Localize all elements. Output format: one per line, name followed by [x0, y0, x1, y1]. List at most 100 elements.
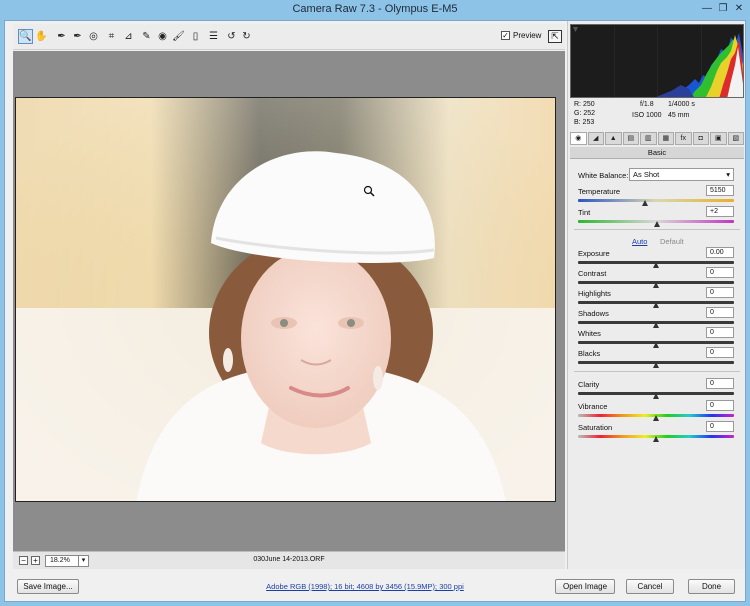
- readout-b: B: 253: [574, 119, 595, 126]
- default-link[interactable]: Default: [660, 237, 684, 246]
- whites-slider-thumb[interactable]: [652, 342, 659, 348]
- shadows-value-field[interactable]: 0: [706, 307, 734, 318]
- file-name: 030June 14-2013.ORF: [253, 556, 325, 563]
- image-canvas[interactable]: [13, 51, 565, 551]
- red-eye-tool-icon[interactable]: ◉: [155, 29, 170, 44]
- tab-basic[interactable]: ◉: [570, 132, 587, 145]
- blacks-label: Blacks: [578, 349, 601, 358]
- adjustment-panel: R: 250 G: 252 B: 253 f/1.8 1/4000 s ISO …: [567, 21, 745, 569]
- straighten-tool-icon[interactable]: ⊿: [121, 29, 136, 44]
- tint-slider-thumb[interactable]: [654, 221, 661, 227]
- exposure-slider-thumb[interactable]: [652, 262, 659, 268]
- tab-hsl[interactable]: ▤: [622, 132, 639, 145]
- pixel-readout: R: 250 G: 252 B: 253 f/1.8 1/4000 s ISO …: [574, 101, 744, 127]
- cancel-button[interactable]: Cancel: [626, 579, 674, 594]
- tint-label: Tint: [578, 208, 591, 217]
- clarity-slider-thumb[interactable]: [652, 393, 659, 399]
- tab-snapshots[interactable]: ▧: [727, 132, 744, 145]
- blacks-value-field[interactable]: 0: [706, 347, 734, 358]
- white-balance-label: White Balance:: [578, 171, 629, 180]
- focal-length: 45 mm: [668, 112, 690, 119]
- white-balance-select[interactable]: As Shot ▾: [629, 168, 734, 181]
- temperature-label: Temperature: [578, 187, 621, 196]
- photo-preview[interactable]: [15, 97, 556, 502]
- preview-toggle[interactable]: ✓ Preview: [501, 31, 541, 40]
- tab-lens-corrections[interactable]: ▦: [657, 132, 674, 145]
- clarity-label: Clarity: [578, 380, 600, 389]
- contrast-label: Contrast: [578, 269, 607, 278]
- vibrance-label: Vibrance: [578, 401, 608, 411]
- minimize-icon[interactable]: —: [700, 2, 714, 16]
- readout-r: R: 250: [574, 101, 595, 108]
- tab-tone-curve[interactable]: ◢: [587, 132, 604, 145]
- tab-presets[interactable]: ▣: [710, 132, 727, 145]
- rotate-left-tool-icon[interactable]: ↺: [224, 29, 239, 44]
- clarity-value-field[interactable]: 0: [706, 378, 734, 389]
- white-balance-value: As Shot: [633, 170, 660, 179]
- bottom-bar: Save Image... Adobe RGB (1998); 16 bit; …: [5, 571, 745, 601]
- shutter-speed: 1/4000 s: [668, 101, 695, 108]
- iso: ISO 1000: [632, 112, 662, 119]
- rotate-right-tool-icon[interactable]: ↻: [239, 29, 254, 44]
- chevron-down-icon: ▾: [726, 170, 730, 179]
- whites-label: Whites: [578, 329, 601, 338]
- shadows-label: Shadows: [578, 309, 609, 318]
- highlights-label: Highlights: [578, 289, 611, 298]
- photo-image: [16, 98, 555, 501]
- temperature-value-field[interactable]: 5150: [706, 185, 734, 196]
- window-title: Camera Raw 7.3 - Olympus E-M5: [292, 3, 458, 15]
- auto-link[interactable]: Auto: [632, 237, 647, 246]
- tint-value-field[interactable]: +2: [706, 206, 734, 217]
- divider: [574, 229, 740, 230]
- done-button[interactable]: Done: [688, 579, 735, 594]
- readout-g: G: 252: [574, 110, 596, 117]
- tab-detail[interactable]: ▲: [605, 132, 622, 145]
- camera-raw-dialog: ✓ Preview ⇱ 🔍✋✒✒◎⌗⊿✎◉🖌▯☰↺↻: [4, 20, 746, 602]
- highlights-slider-thumb[interactable]: [652, 302, 659, 308]
- panel-tabs: ◉ ◢ ▲ ▤ ▥ ▦ fx ◘ ▣ ▧: [570, 132, 744, 146]
- white-balance-tool-icon[interactable]: ✒: [54, 29, 69, 44]
- graduated-filter-tool-icon[interactable]: ▯: [188, 29, 203, 44]
- status-bar: − + 18.2% ▾ 030June 14-2013.ORF: [13, 551, 565, 569]
- preview-label: Preview: [513, 31, 542, 40]
- saturation-value-field[interactable]: 0: [706, 421, 734, 432]
- window-titlebar: Camera Raw 7.3 - Olympus E-M5 — ❐ ✕: [0, 0, 750, 20]
- tab-effects[interactable]: fx: [675, 132, 692, 145]
- panel-title: Basic: [570, 147, 744, 159]
- vibrance-value-field[interactable]: 0: [706, 399, 734, 411]
- targeted-adjustment-tool-icon[interactable]: ◎: [86, 29, 101, 44]
- temperature-slider-thumb[interactable]: [641, 200, 648, 206]
- blacks-slider-thumb[interactable]: [652, 362, 659, 368]
- close-icon[interactable]: ✕: [732, 2, 746, 16]
- saturation-label: Saturation: [578, 423, 613, 432]
- temperature-slider[interactable]: [578, 199, 734, 202]
- preview-checkbox[interactable]: ✓: [501, 31, 510, 40]
- maximize-icon[interactable]: ❐: [716, 2, 730, 16]
- aperture: f/1.8: [640, 101, 654, 108]
- tab-camera-calibration[interactable]: ◘: [692, 132, 709, 145]
- save-image-button[interactable]: Save Image...: [17, 579, 79, 594]
- whites-value-field[interactable]: 0: [706, 327, 734, 338]
- spot-removal-tool-icon[interactable]: ✎: [139, 29, 154, 44]
- divider: [574, 371, 740, 372]
- open-image-button[interactable]: Open Image: [555, 579, 615, 594]
- crop-tool-icon[interactable]: ⌗: [104, 29, 119, 44]
- saturation-slider-thumb[interactable]: [652, 436, 659, 442]
- adjustment-brush-tool-icon[interactable]: 🖌: [171, 29, 186, 44]
- contrast-slider-thumb[interactable]: [652, 282, 659, 288]
- vibrance-slider-thumb[interactable]: [652, 414, 659, 421]
- tab-split-toning[interactable]: ▥: [640, 132, 657, 145]
- color-sampler-tool-icon[interactable]: ✒: [70, 29, 85, 44]
- highlights-value-field[interactable]: 0: [706, 287, 734, 298]
- shadows-slider-thumb[interactable]: [652, 322, 659, 328]
- histogram: [570, 24, 744, 98]
- hand-tool-icon[interactable]: ✋: [34, 29, 49, 44]
- fullscreen-icon[interactable]: ⇱: [548, 30, 562, 43]
- workflow-options-link[interactable]: Adobe RGB (1998); 16 bit; 4608 by 3456 (…: [235, 582, 495, 591]
- contrast-value-field[interactable]: 0: [706, 267, 734, 278]
- preferences-tool-icon[interactable]: ☰: [206, 29, 221, 44]
- toolbar: ✓ Preview ⇱ 🔍 ✋ ✒ ✒ ◎ ⌗ ⊿ ✎ ◉ 🖌 ▯ ☰ ↺ ↻: [13, 24, 565, 50]
- exposure-label: Exposure: [578, 249, 610, 258]
- zoom-tool-icon[interactable]: 🔍: [18, 29, 33, 44]
- exposure-value-field[interactable]: 0.00: [706, 247, 734, 258]
